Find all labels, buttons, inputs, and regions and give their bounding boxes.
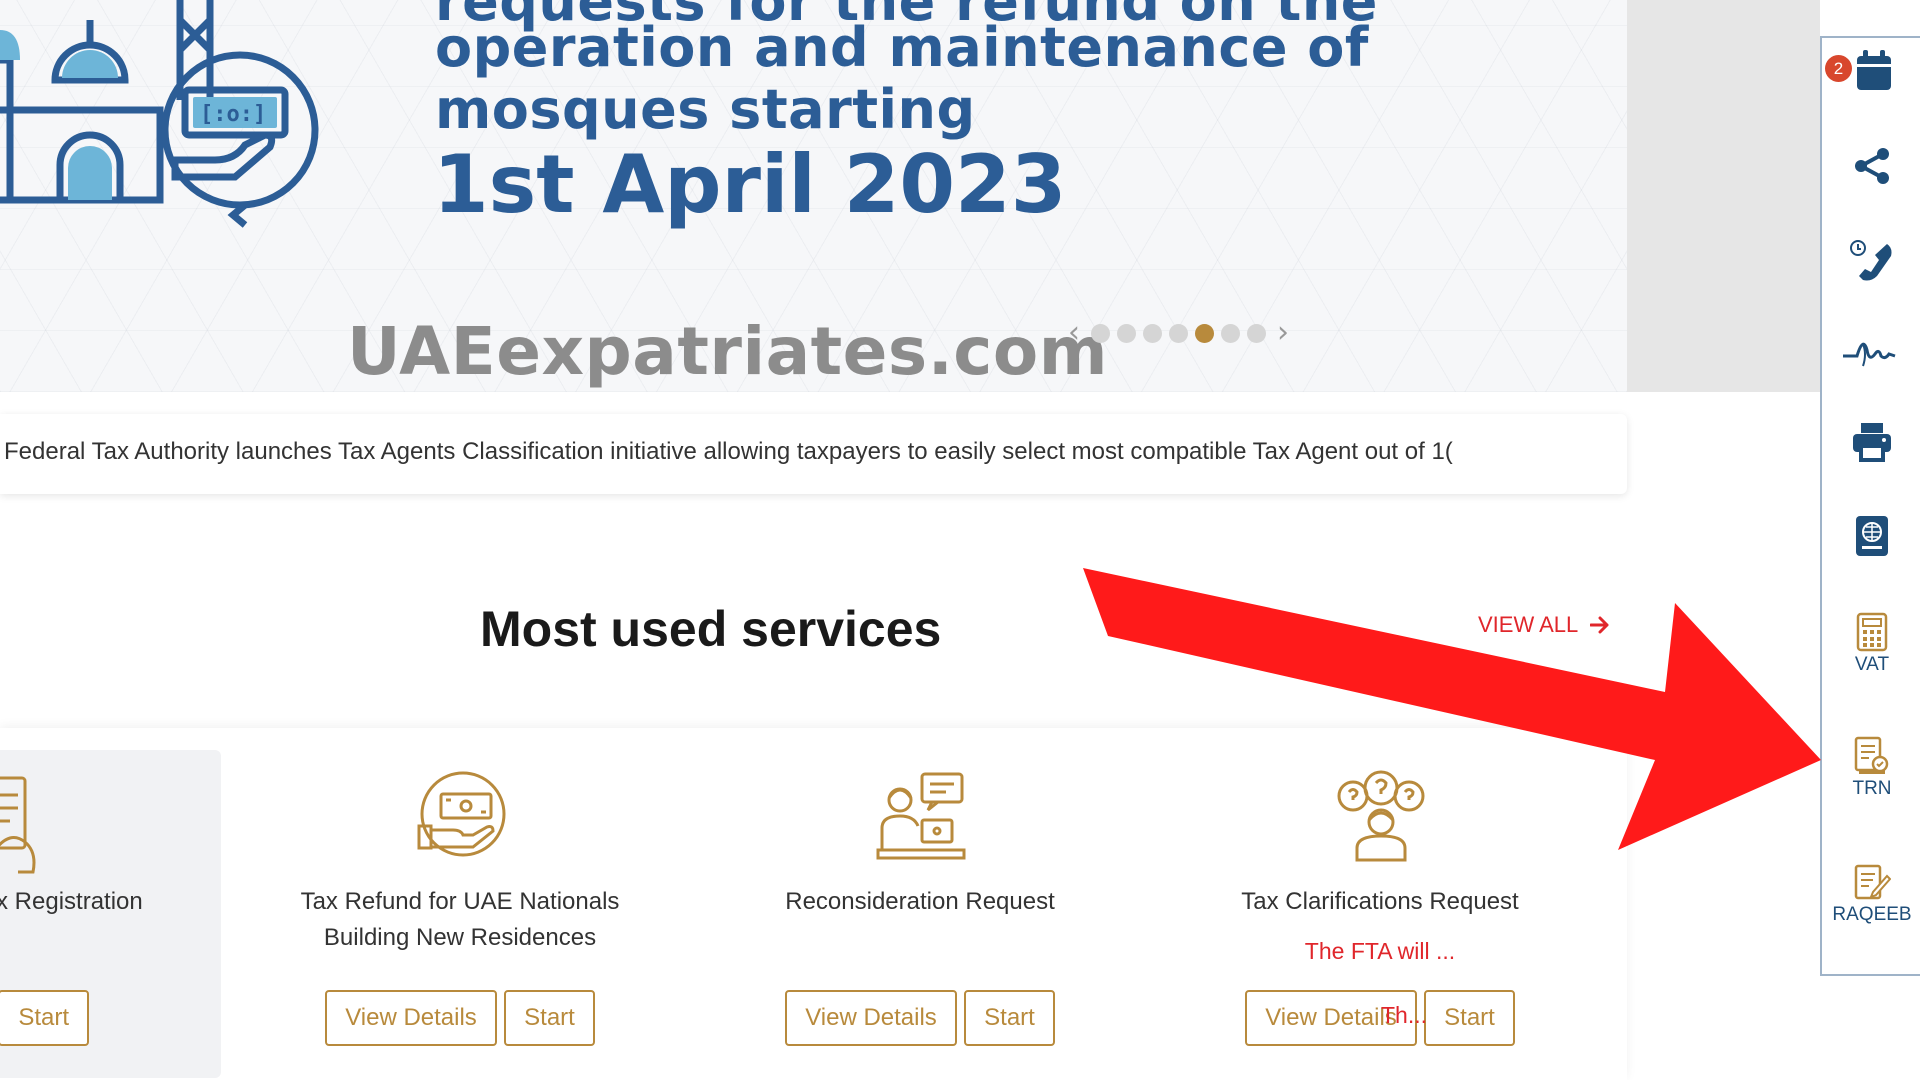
start-label: Start [524, 1004, 575, 1031]
notification-badge: 2 [1825, 55, 1852, 82]
carousel-pagination: ‹ › [1064, 318, 1293, 348]
service-card[interactable]: Reconsideration Request View Details Sta… [730, 750, 1110, 1078]
share-icon [1855, 148, 1889, 184]
carousel-dot[interactable] [1169, 323, 1188, 343]
service-title: Tax Refund for UAE Nationals Building Ne… [300, 888, 620, 951]
service-note-overflow: Th... [1380, 1002, 1427, 1028]
trn-verify-button[interactable]: TRN [1822, 736, 1920, 800]
watermark-text: UAEexpatriates.com [347, 313, 1109, 390]
edit-document-icon [1854, 864, 1891, 900]
passport-icon [1856, 516, 1888, 556]
banner-side-gap [1627, 0, 1820, 392]
start-button[interactable]: Start [504, 990, 595, 1046]
signature-icon [1843, 342, 1896, 367]
signature-button[interactable] [1822, 334, 1920, 370]
banner-headline-line: operation and maintenance of [435, 16, 1369, 79]
carousel-dot-active[interactable] [1195, 323, 1214, 343]
hero-banner[interactable]: [:o:] requests for the refund on the ope… [0, 0, 1627, 392]
money-hand-icon [417, 771, 506, 857]
raqeeb-button[interactable]: RAQEEB [1822, 862, 1920, 926]
service-title: Reconsideration Request [785, 888, 1055, 915]
document-hand-icon [0, 776, 36, 874]
start-label: Start [18, 1004, 69, 1031]
service-card[interactable]: Tax Refund for UAE Nationals Building Ne… [270, 750, 650, 1078]
news-ticker[interactable]: Federal Tax Authority launches Tax Agent… [0, 414, 1627, 494]
toolbar-label: RAQEEB [1832, 904, 1912, 925]
view-details-label: View Details [805, 1004, 937, 1031]
contact-button[interactable] [1822, 238, 1920, 282]
view-details-button[interactable]: View Details [325, 990, 497, 1046]
side-toolbar: 2 VAT TRN RAQEEB [1820, 36, 1920, 976]
calculator-icon [1856, 612, 1888, 652]
banner-headline-line: mosques starting [435, 78, 976, 141]
toolbar-label: TRN [1852, 778, 1892, 799]
print-button[interactable] [1822, 420, 1920, 462]
vat-calculator-button[interactable]: VAT [1822, 612, 1920, 676]
start-button[interactable]: Start [964, 990, 1055, 1046]
view-all-label: VIEW ALL [1478, 612, 1579, 637]
phone-icon [1850, 240, 1892, 281]
services-carousel: x Registration ls Start Tax Refund for U… [0, 728, 1627, 1080]
person-laptop-icon [876, 772, 966, 860]
service-title: Tax Clarifications Request [1241, 888, 1519, 915]
news-ticker-text[interactable]: Federal Tax Authority launches Tax Agent… [4, 438, 1484, 466]
toolbar-label: VAT [1854, 654, 1890, 675]
svg-text:[:o:]: [:o:] [200, 102, 266, 127]
printer-icon [1853, 423, 1891, 462]
view-details-button[interactable]: View Details [785, 990, 957, 1046]
carousel-dot[interactable] [1143, 323, 1162, 343]
question-person-icon [1337, 770, 1425, 862]
calendar-button[interactable]: 2 [1822, 48, 1920, 94]
calendar-icon [1857, 50, 1891, 90]
view-details-label: View Details [345, 1004, 477, 1031]
start-button[interactable]: Start [0, 990, 89, 1046]
arrow-right-icon [1590, 616, 1609, 634]
chevron-left-icon[interactable]: ‹ [1064, 318, 1084, 348]
carousel-dot[interactable] [1117, 323, 1136, 343]
banner-date: 1st April 2023 [433, 138, 1067, 231]
carousel-dot[interactable] [1221, 323, 1240, 343]
chevron-right-icon[interactable]: › [1273, 318, 1293, 348]
mosque-refund-illustration-icon: [:o:] [0, 0, 319, 228]
service-card[interactable]: x Registration ls Start [0, 750, 221, 1078]
carousel-dot[interactable] [1247, 323, 1266, 343]
carousel-dot[interactable] [1091, 323, 1110, 343]
service-note: The FTA will ... [1304, 938, 1456, 964]
service-title: x Registration [0, 888, 143, 915]
passport-button[interactable] [1822, 514, 1920, 558]
view-all-link[interactable]: VIEW ALL [1478, 612, 1610, 638]
trn-document-icon [1854, 736, 1889, 774]
share-button[interactable] [1822, 146, 1920, 186]
start-label: Start [984, 1004, 1035, 1031]
service-card[interactable]: Tax Clarifications Request The FTA will … [1190, 750, 1570, 1078]
section-title: Most used services [480, 601, 942, 657]
